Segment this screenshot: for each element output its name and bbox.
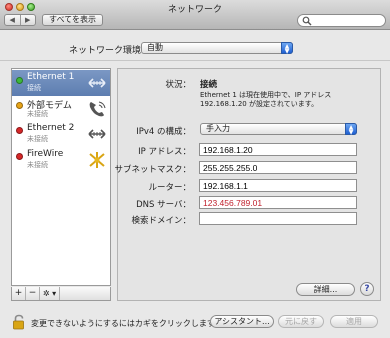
add-service-button[interactable]: + bbox=[12, 287, 26, 300]
location-popup[interactable]: 自動 ▲ ▼ bbox=[141, 42, 293, 55]
apply-button[interactable]: 適用 bbox=[330, 315, 378, 328]
service-status: 未接続 bbox=[27, 110, 48, 118]
subnet-mask-field[interactable] bbox=[199, 161, 357, 174]
search-input[interactable] bbox=[314, 16, 382, 26]
ip-address-field[interactable] bbox=[199, 143, 357, 156]
service-item-firewire[interactable]: FireWire 未接続 bbox=[12, 147, 110, 173]
remove-service-button[interactable]: − bbox=[26, 287, 40, 300]
status-dot-red-icon bbox=[16, 127, 23, 134]
ipv4-popup[interactable]: 手入力 ▲ ▼ bbox=[200, 123, 357, 136]
router-field[interactable] bbox=[199, 179, 357, 192]
phone-icon bbox=[89, 101, 106, 117]
help-button[interactable]: ? bbox=[360, 282, 374, 296]
service-list: Ethernet 1 接続 外部モデム 未接続 Ethernet 2 未接続 F… bbox=[11, 68, 111, 286]
forward-button[interactable]: ▶ bbox=[19, 15, 36, 25]
search-domains-field[interactable] bbox=[199, 212, 357, 225]
dns-server-label: DNS サーバ： bbox=[136, 200, 191, 210]
router-label: ルーター： bbox=[148, 183, 191, 193]
service-name: FireWire bbox=[27, 149, 64, 159]
status-dot-yellow-icon bbox=[16, 102, 23, 109]
separator bbox=[0, 60, 390, 61]
popup-arrows-icon: ▲ ▼ bbox=[345, 123, 357, 136]
ip-address-label: IP アドレス： bbox=[138, 147, 191, 157]
assistant-button[interactable]: アシスタント... bbox=[210, 315, 274, 328]
status-label: 状況： bbox=[165, 80, 191, 90]
status-dot-green-icon bbox=[16, 77, 23, 84]
ethernet-icon bbox=[88, 129, 106, 139]
lock-instructions: 変更できないようにするにはカギをクリックします。 bbox=[31, 319, 223, 328]
advanced-button[interactable]: 詳細... bbox=[296, 283, 355, 296]
action-menu-button[interactable]: ✲ ▾ bbox=[40, 287, 60, 300]
service-status: 接続 bbox=[27, 84, 41, 92]
service-item-ethernet-1[interactable]: Ethernet 1 接続 bbox=[12, 70, 110, 96]
status-description: Ethernet 1 は現在使用中で、IP アドレス 192.168.1.20 … bbox=[200, 91, 332, 108]
status-dot-red-icon bbox=[16, 153, 23, 160]
dns-server-field[interactable] bbox=[199, 196, 357, 209]
firewire-icon bbox=[89, 152, 105, 168]
ethernet-icon bbox=[88, 78, 106, 88]
service-name: Ethernet 2 bbox=[27, 123, 75, 133]
title-bar: ネットワーク ◀ ▶ すべてを表示 bbox=[0, 0, 390, 30]
location-label: ネットワーク環境： bbox=[69, 46, 151, 56]
location-value: 自動 bbox=[147, 43, 163, 52]
service-item-external-modem[interactable]: 外部モデム 未接続 bbox=[12, 96, 110, 122]
ipv4-label: IPv4 の構成： bbox=[136, 127, 191, 137]
service-status: 未接続 bbox=[27, 161, 48, 169]
lock-icon[interactable] bbox=[12, 314, 26, 330]
ipv4-value: 手入力 bbox=[206, 124, 230, 133]
subnet-mask-label: サブネットマスク： bbox=[114, 165, 191, 175]
search-domains-label: 検索ドメイン： bbox=[131, 216, 191, 226]
show-all-button[interactable]: すべてを表示 bbox=[42, 14, 103, 26]
search-field[interactable] bbox=[297, 14, 386, 27]
service-list-toolbar: + − ✲ ▾ bbox=[11, 287, 111, 301]
status-value: 接続 bbox=[200, 80, 218, 90]
revert-button[interactable]: 元に戻す bbox=[278, 315, 324, 328]
service-status: 未接続 bbox=[27, 135, 48, 143]
back-button[interactable]: ◀ bbox=[5, 15, 20, 25]
popup-arrows-icon: ▲ ▼ bbox=[281, 42, 293, 55]
service-name: Ethernet 1 bbox=[27, 72, 75, 82]
service-item-ethernet-2[interactable]: Ethernet 2 未接続 bbox=[12, 121, 110, 147]
back-forward-buttons: ◀ ▶ bbox=[4, 14, 36, 26]
search-icon bbox=[302, 16, 312, 26]
